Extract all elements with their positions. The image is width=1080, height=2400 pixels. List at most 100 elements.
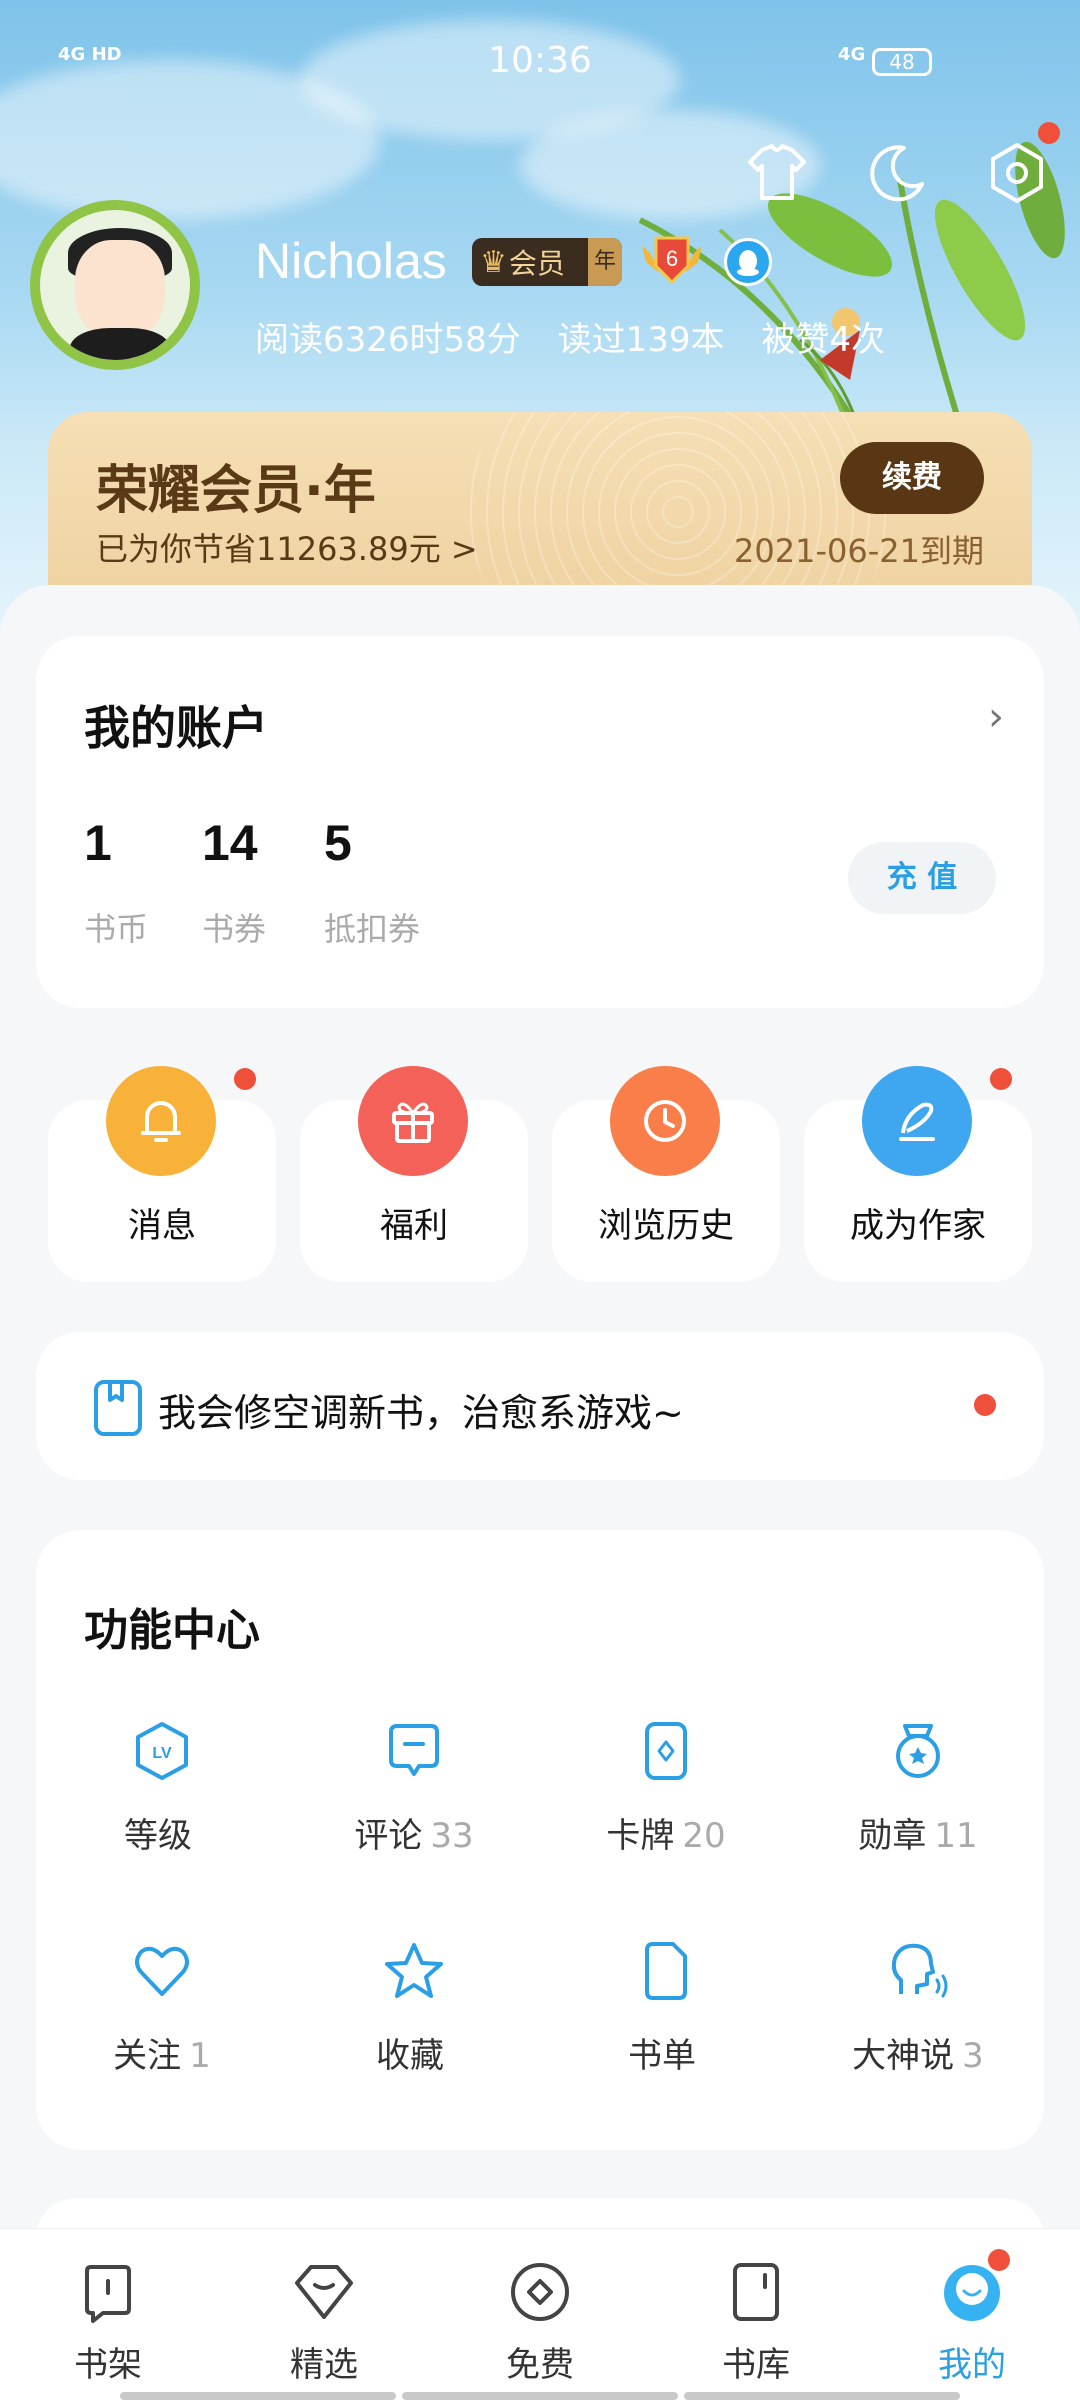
account-title: 我的账户 (84, 701, 268, 755)
function-count: 11 (934, 1816, 978, 1856)
function-favorites[interactable]: 收藏 (288, 1940, 540, 2077)
notification-dot (1038, 122, 1060, 144)
header-actions (744, 122, 1060, 206)
voucher-balance[interactable]: 14 (202, 814, 258, 872)
shirt-icon[interactable] (744, 140, 810, 206)
reading-stats: 阅读6326时58分 读过139本 被赞4次 (255, 312, 911, 361)
book-icon (94, 1380, 142, 1436)
function-medals[interactable]: 勋章 11 (792, 1720, 1044, 1857)
vip-title: 荣耀会员·年 (96, 461, 376, 521)
notification-dot (974, 1394, 996, 1416)
quick-action-label: 成为作家 (850, 1206, 986, 1246)
free-icon (511, 2263, 569, 2321)
avatar[interactable] (30, 200, 200, 370)
tab-label: 书架 (74, 2345, 142, 2385)
function-label: 卡牌 (606, 1816, 675, 1856)
bell-icon (106, 1066, 216, 1176)
signal-indicator-right: 4G (838, 44, 866, 65)
tab-bookshelf[interactable]: 书架 (38, 2259, 178, 2386)
banner-text: 我会修空调新书，治愈系游戏~ (158, 1391, 684, 1435)
card-icon (645, 1722, 687, 1780)
quick-action-benefits[interactable]: 福利 (300, 1066, 528, 1282)
comment-icon (389, 1724, 439, 1776)
coin-label: 书币 (84, 910, 149, 948)
function-author-talk[interactable]: 大神说 3 (792, 1940, 1044, 2077)
function-label: 收藏 (376, 2036, 444, 2076)
function-cards[interactable]: 卡牌 20 (540, 1720, 792, 1857)
library-icon (733, 2263, 779, 2321)
topup-button[interactable]: 充 值 (848, 842, 996, 914)
stat-likes: 被赞4次 (761, 320, 885, 360)
bookshelf-icon (85, 2265, 131, 2323)
function-count: 33 (430, 1816, 474, 1856)
medal-icon (896, 1724, 940, 1778)
notification-dot (988, 2249, 1010, 2271)
tab-library[interactable]: 书库 (686, 2259, 826, 2386)
status-bar: 4G HD 10:36 4G 48 (0, 40, 1080, 90)
quick-action-history[interactable]: 浏览历史 (552, 1066, 780, 1282)
quick-action-label: 福利 (380, 1206, 448, 1246)
crown-icon: ♛ (480, 244, 507, 280)
function-level[interactable]: LV 等级 (36, 1720, 288, 1857)
tab-label: 精选 (290, 2345, 358, 2385)
function-comments[interactable]: 评论 33 (288, 1720, 540, 1857)
stat-books-read: 读过139本 (557, 320, 725, 360)
bottom-tab-bar: 书架 精选 免费 书库 我的 (0, 2228, 1080, 2400)
quick-action-label: 浏览历史 (598, 1206, 734, 1246)
level-icon: LV (136, 1722, 188, 1780)
featured-icon (295, 2265, 353, 2319)
stat-read-time: 阅读6326时58分 (255, 320, 521, 360)
notification-dot (990, 1068, 1012, 1090)
function-following[interactable]: 关注 1 (36, 1940, 288, 2077)
vip-badge-year: 年 (588, 238, 622, 286)
coupon-label: 抵扣券 (324, 910, 421, 948)
pen-icon (862, 1066, 972, 1176)
quick-action-become-author[interactable]: 成为作家 (804, 1066, 1032, 1282)
coin-balance[interactable]: 1 (84, 814, 112, 872)
speaker-icon (891, 1943, 948, 1998)
tab-featured[interactable]: 精选 (254, 2259, 394, 2386)
vip-card[interactable]: 荣耀会员·年 已为你节省11263.89元 > 续费 2021-06-21到期 (48, 412, 1032, 592)
gift-icon (358, 1066, 468, 1176)
booklist-icon (645, 1942, 687, 2000)
new-book-banner[interactable]: 我会修空调新书，治愈系游戏~ (36, 1332, 1044, 1480)
tab-mine[interactable]: 我的 (902, 2249, 1042, 2386)
function-label: 书单 (628, 2036, 696, 2076)
function-label: 大神说 (852, 2036, 955, 2076)
chevron-right-icon[interactable]: › (988, 694, 1004, 740)
function-label: 关注 (113, 2036, 182, 2076)
function-center-card: 功能中心 LV 等级 评论 33 卡牌 20 勋章 11 关注 1 收藏 书单 大神说 3 (36, 1530, 1044, 2150)
function-count: 20 (682, 1816, 726, 1856)
quick-action-messages[interactable]: 消息 (48, 1066, 276, 1282)
moon-icon[interactable] (864, 140, 930, 206)
coupon-balance[interactable]: 5 (324, 814, 352, 872)
voucher-label: 书券 (202, 910, 267, 948)
level-badge-icon[interactable]: 6 (636, 232, 708, 288)
function-booklist[interactable]: 书单 (540, 1940, 792, 2077)
renew-button[interactable]: 续费 (840, 442, 984, 514)
avatar-face (75, 240, 165, 340)
function-count: 1 (189, 2036, 211, 2076)
battery-indicator: 48 (872, 48, 932, 76)
tab-label: 我的 (938, 2345, 1006, 2385)
function-center-title: 功能中心 (84, 1605, 260, 1656)
heart-icon (135, 1946, 189, 1996)
vip-savings-link[interactable]: 已为你节省11263.89元 > (96, 524, 478, 570)
settings-icon[interactable] (984, 122, 1060, 206)
function-count: 3 (962, 2036, 984, 2076)
vip-expire-date: 2021-06-21到期 (734, 532, 984, 570)
clock-icon (610, 1066, 720, 1176)
function-label: 勋章 (858, 1816, 927, 1856)
svg-text:LV: LV (152, 1745, 172, 1762)
username[interactable]: Nicholas (255, 232, 447, 290)
tab-free[interactable]: 免费 (470, 2259, 610, 2386)
function-label: 等级 (124, 1816, 192, 1856)
home-indicator (120, 2392, 960, 2400)
tab-label: 书库 (722, 2345, 790, 2385)
tab-label: 免费 (506, 2345, 574, 2385)
vip-badge[interactable]: ♛ 会员 年 (472, 238, 622, 286)
account-card[interactable]: 我的账户 › 1 书币 14 书券 5 抵扣券 充 值 (36, 636, 1044, 1008)
quick-action-label: 消息 (128, 1206, 196, 1246)
svg-text:6: 6 (666, 246, 678, 271)
qq-icon[interactable] (724, 238, 772, 286)
